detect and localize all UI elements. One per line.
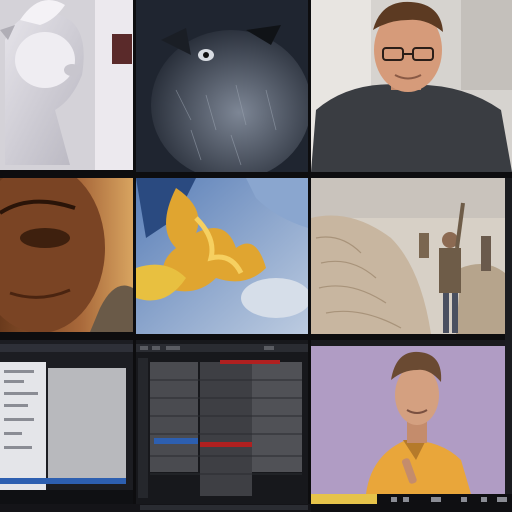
right-edge-strip [505,178,512,494]
tile-furry-animal[interactable] [136,0,308,172]
face-closeup-icon [0,178,133,332]
tile-software-window[interactable] [0,340,133,504]
thumbnail-grid [0,0,512,512]
bottom-strip-left [0,504,311,512]
edge-strip-icon [505,178,512,494]
strip-icon [0,504,311,512]
tile-video-editor[interactable] [136,340,308,504]
tile-man-yellow-shirt[interactable] [311,340,505,494]
bottom-toolbar [311,494,512,512]
white-rabbit-figurine-icon [0,0,133,170]
sand-dunes-people-icon [311,178,505,334]
furry-animal-icon [136,0,308,172]
man-yellow-shirt-icon [311,340,505,494]
fire-and-sky-icon [136,178,308,334]
man-with-glasses-icon [311,0,512,172]
tile-fire-sky[interactable] [136,178,308,334]
video-editor-timeline-icon [136,340,308,504]
tile-sand-dunes[interactable] [311,178,505,334]
tile-man-with-glasses[interactable] [311,0,512,172]
toolbar-strip-icon [311,494,512,512]
tile-face-closeup[interactable] [0,178,133,332]
software-window-icon [0,340,133,504]
tile-rabbit-figurine[interactable] [0,0,133,170]
